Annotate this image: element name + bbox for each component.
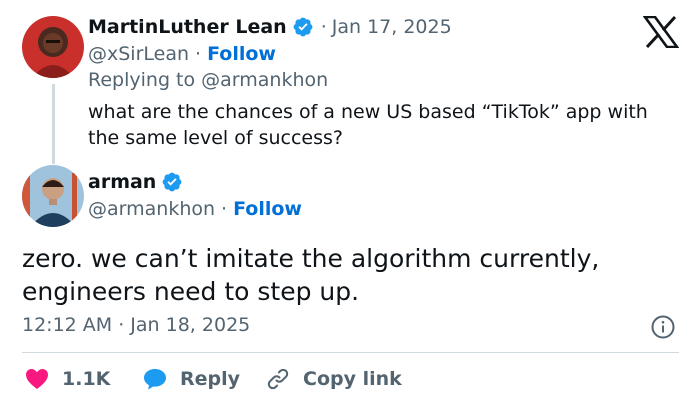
main-timestamp[interactable]: 12:12 AM · Jan 18, 2025 [22, 314, 250, 336]
reply-label: Reply [180, 368, 241, 390]
verified-badge-icon [292, 16, 314, 38]
separator-dot: · [195, 43, 202, 65]
heart-icon [24, 366, 50, 392]
copy-link-label: Copy link [303, 368, 402, 390]
speech-bubble-icon [142, 366, 168, 392]
reply-button[interactable]: Reply [142, 364, 240, 394]
reply-date[interactable]: Jan 17, 2025 [332, 16, 452, 38]
replying-to[interactable]: Replying to @armankhon [88, 69, 328, 91]
main-author-avatar[interactable] [22, 165, 84, 227]
thread-connector-line [52, 84, 55, 164]
main-tweet-text: zero. we can’t imitate the algorithm cur… [22, 244, 600, 306]
verified-badge-icon [161, 171, 183, 193]
info-icon[interactable] [650, 314, 676, 340]
like-button[interactable]: 1.1K [24, 364, 110, 394]
main-name-row: arman [88, 171, 183, 193]
reply-follow-link[interactable]: Follow [207, 43, 276, 65]
x-logo-icon[interactable] [643, 16, 679, 48]
separator-dot: · [320, 16, 327, 38]
main-follow-link[interactable]: Follow [233, 198, 302, 220]
link-icon [265, 366, 291, 392]
main-handle-row: @armankhon · Follow [88, 198, 302, 220]
actions-divider [22, 352, 679, 353]
main-display-name[interactable]: arman [88, 171, 156, 193]
reply-author-avatar[interactable] [22, 16, 84, 78]
separator-dot: · [221, 198, 228, 220]
reply-tweet-text: what are the chances of a new US based “… [88, 101, 648, 149]
reply-handle[interactable]: @xSirLean [88, 43, 189, 65]
reply-name-row: MartinLuther Lean · Jan 17, 2025 [88, 16, 452, 38]
reply-handle-row: @xSirLean · Follow [88, 43, 276, 65]
like-count: 1.1K [62, 368, 111, 390]
main-handle[interactable]: @armankhon [88, 198, 215, 220]
reply-display-name[interactable]: MartinLuther Lean [88, 16, 287, 38]
copy-link-button[interactable]: Copy link [265, 364, 402, 394]
